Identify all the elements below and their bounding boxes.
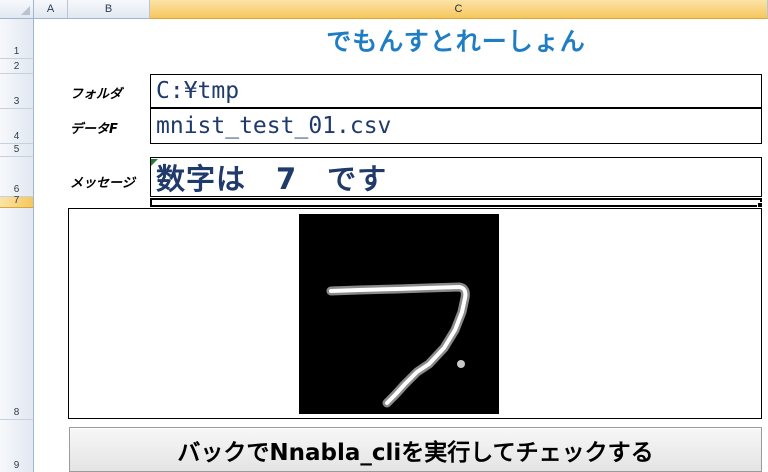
folder-label: フォルダ: [70, 87, 123, 102]
row-header-8[interactable]: 8: [0, 208, 34, 420]
row-header-2[interactable]: 2: [0, 59, 34, 74]
folder-value: C:¥tmp: [156, 78, 240, 104]
datafile-cell[interactable]: mnist_test_01.csv: [150, 108, 762, 144]
message-cell[interactable]: 数字は 7 です: [150, 157, 762, 197]
cell-comment-indicator-icon: [151, 159, 158, 166]
mnist-digit-image: [299, 214, 499, 414]
row-header-1[interactable]: 1: [0, 19, 34, 59]
row-header-3[interactable]: 3: [0, 74, 34, 109]
row-header-6[interactable]: 6: [0, 157, 34, 197]
sheet-title: でもんすとれーしょん: [326, 27, 586, 56]
datafile-label: データF: [70, 122, 118, 137]
digit-seven-graphic: [326, 282, 470, 408]
row-header-9[interactable]: 9: [0, 420, 34, 472]
folder-cell[interactable]: C:¥tmp: [150, 74, 762, 108]
message-value: 数字は 7 です: [156, 162, 388, 196]
column-header-a[interactable]: A: [34, 0, 68, 19]
column-header-c[interactable]: C: [150, 0, 768, 19]
datafile-value: mnist_test_01.csv: [156, 113, 392, 139]
row-header-7[interactable]: 7: [0, 195, 34, 208]
message-label: メッセージ: [70, 176, 135, 191]
row-header-4[interactable]: 4: [0, 109, 34, 144]
select-all-triangle-icon: [21, 6, 30, 15]
run-nnabla-cli-button[interactable]: バックでNnabla_cliを実行してチェックする: [69, 427, 762, 472]
row-header-5[interactable]: 5: [0, 144, 34, 157]
run-button-label: バックでNnabla_cliを実行してチェックする: [177, 439, 654, 466]
select-all-corner[interactable]: [0, 0, 34, 19]
active-cell-c7[interactable]: [150, 198, 762, 207]
column-header-b[interactable]: B: [68, 0, 150, 19]
